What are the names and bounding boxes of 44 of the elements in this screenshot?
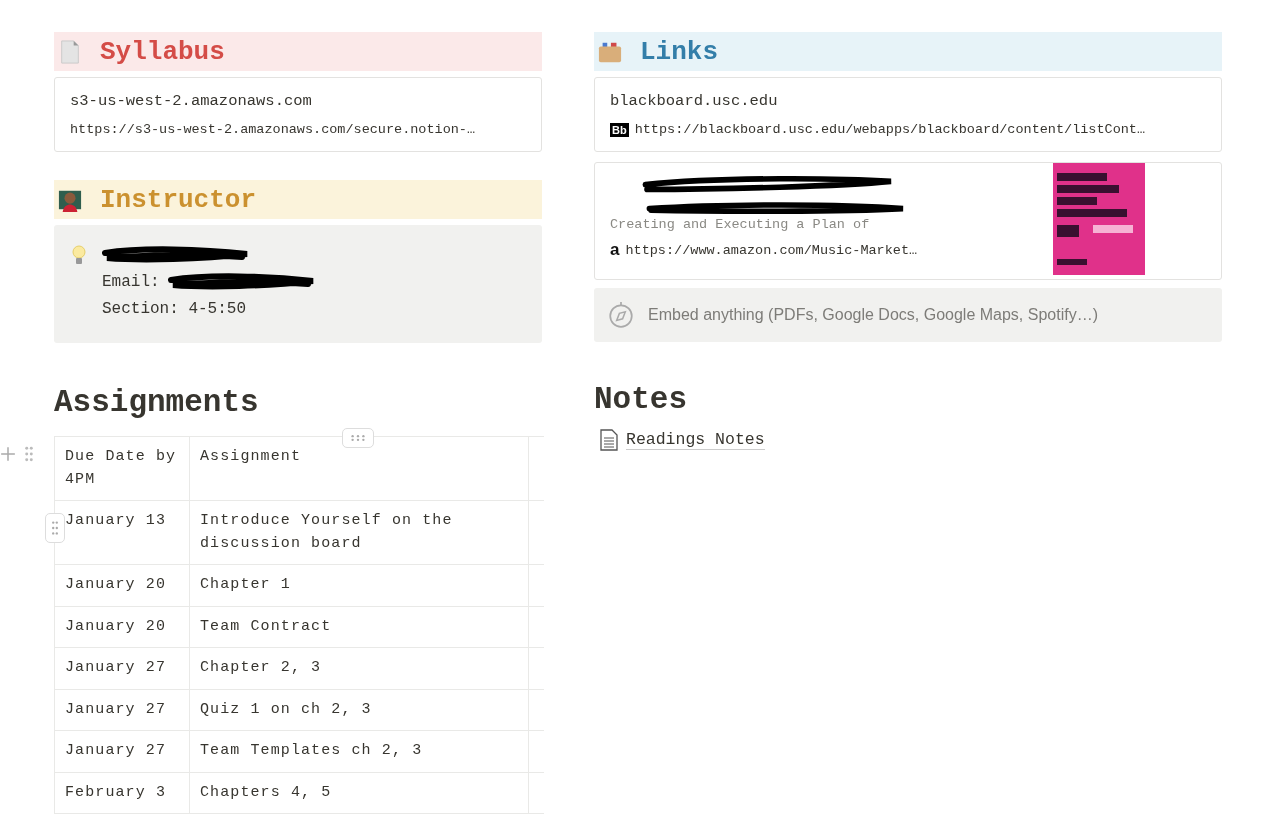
table-header-cell: Due Date by 4PM xyxy=(54,436,190,501)
heading: Notes xyxy=(594,382,688,417)
bookmark-card[interactable]: blackboard.usc.edu Bb https://blackboard.usc.edu/webapps/blackboard/content/listCont… xyxy=(594,77,1222,152)
bookmark-title: blackboard.usc.edu xyxy=(610,92,779,110)
bookmark-card[interactable]: Creating and Executing a Plan of a https://www.amazon.com/Music-Market… xyxy=(594,162,1222,280)
table-cell: Chapter 2, 3 xyxy=(189,647,529,689)
table-cell: Chapters 4, 5 xyxy=(189,772,529,814)
table-cell: January 27 xyxy=(54,647,190,689)
table-cell: January 27 xyxy=(54,730,190,772)
bookmark-description: Creating and Executing a Plan of xyxy=(610,217,871,232)
table-cell: January 20 xyxy=(54,606,190,648)
table-header-cell: Assignment xyxy=(189,436,529,501)
row-handle[interactable] xyxy=(45,513,65,543)
table-cell: Team Templates ch 2, 3 xyxy=(189,730,529,772)
bookmark-url: https://blackboard.usc.edu/webapps/blackboard/content/listCont… xyxy=(634,122,1146,137)
bookmark-url: https://www.amazon.com/Music-Market… xyxy=(625,242,918,258)
page-icon xyxy=(600,429,618,451)
table-cell: Quiz 1 on ch 2, 3 xyxy=(189,689,529,731)
section-title: Syllabus xyxy=(100,36,225,67)
section-title: Instructor xyxy=(100,184,257,215)
table-cell: Team Contract xyxy=(189,606,529,648)
callout-text: Section: 4-5:50 xyxy=(102,300,247,318)
add-row-icon[interactable] xyxy=(0,446,16,462)
table-cell: January 27 xyxy=(54,689,190,731)
page-link[interactable]: Readings Notes xyxy=(626,430,765,450)
bookmark-title: s3-us-west-2.amazonaws.com xyxy=(70,92,313,110)
column-handle[interactable] xyxy=(342,428,374,448)
table-cell: January 20 xyxy=(54,564,190,606)
bookmark-url: https://s3-us-west-2.amazonaws.com/secure.notion-… xyxy=(70,122,477,137)
heading: Assignments xyxy=(54,385,260,420)
lightbulb-icon xyxy=(72,245,86,267)
bookmark-card[interactable]: s3-us-west-2.amazonaws.com https://s3-us-west-2.amazonaws.com/secure.notion-… xyxy=(54,77,542,152)
compass-icon xyxy=(608,301,634,329)
table-cell: February 3 xyxy=(54,772,190,814)
table-cell: Chapter 1 xyxy=(189,564,529,606)
table-cell: Introduce Yourself on the discussion board xyxy=(189,500,529,565)
callout-text: Email: xyxy=(102,273,160,291)
embed-field[interactable]: Embed anything (PDFs, Google Docs, Google Maps, Spotify…) xyxy=(594,288,1222,342)
site-favicon: a xyxy=(610,242,620,258)
table-cell: January 13 xyxy=(54,500,190,565)
site-favicon: Bb xyxy=(610,122,629,137)
drag-handle-icon[interactable] xyxy=(24,446,34,462)
document-icon xyxy=(58,39,82,64)
section-title: Links xyxy=(640,36,718,67)
